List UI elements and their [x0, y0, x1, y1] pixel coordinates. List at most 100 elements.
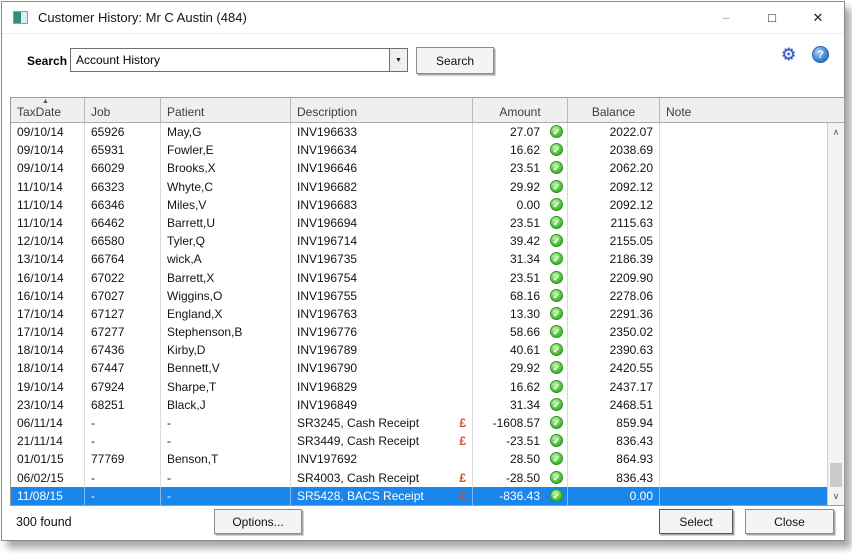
- table-row[interactable]: 11/10/14 66462 Barrett,U INV196694 23.51 ✓ 211…: [11, 213, 827, 233]
- cell-taxdate: 16/10/14: [11, 286, 85, 305]
- amount-value: -1608.57: [492, 416, 540, 430]
- description-text: SR3245, Cash Receipt: [297, 416, 420, 430]
- cell-note: [660, 450, 827, 468]
- cell-balance: 2420.55: [568, 359, 660, 378]
- description-text: INV196683: [297, 197, 358, 212]
- table-row[interactable]: 16/10/14 67022 Barrett,X INV196754 23.51 ✓ 220…: [11, 268, 827, 287]
- search-type-dropdown[interactable]: Account History ▼: [70, 48, 408, 72]
- table-row[interactable]: 11/08/15- - SR5428, BACS Receipt £ -836.43 ✓ 0…: [11, 486, 827, 505]
- table-row[interactable]: 17/10/14 67277 Stephenson,B INV196776 58.66 ✓…: [11, 323, 827, 342]
- result-count: 300 found: [16, 515, 72, 529]
- search-button[interactable]: Search: [416, 47, 494, 74]
- cell-taxdate: 01/01/15: [11, 450, 85, 469]
- chevron-down-icon[interactable]: ▼: [389, 49, 407, 71]
- table-row[interactable]: 11/10/14 66346 Miles,V INV196683 0.00 ✓ 2092.1…: [11, 195, 827, 214]
- cell-patient: -: [161, 414, 291, 433]
- table-row[interactable]: 17/10/14 67127 England,X INV196763 13.30 ✓ 229…: [11, 304, 827, 324]
- amount-value: -28.50: [505, 470, 540, 485]
- cell-patient: Benson,T: [161, 450, 291, 469]
- cell-description: INV196633: [291, 123, 473, 142]
- cell-amount: 13.30 ✓: [473, 304, 568, 324]
- table-row[interactable]: 12/10/14 66580 Tyler,Q INV196714 39.42 ✓ 2155.…: [11, 232, 827, 251]
- table-row[interactable]: 09/10/14 66029 Brooks,X INV196646 23.51 ✓ 2062…: [11, 159, 827, 178]
- table-row[interactable]: 19/10/14 67924 Sharpe,T INV196829 16.62 ✓ 2437…: [11, 377, 827, 396]
- column-header-job[interactable]: Job: [85, 98, 161, 122]
- cell-patient: Black,J: [161, 395, 291, 414]
- options-button[interactable]: Options...: [214, 509, 302, 534]
- cell-taxdate: 11/10/14: [11, 195, 85, 214]
- amount-value: 40.61: [509, 343, 540, 358]
- cell-amount: 0.00 ✓: [473, 195, 568, 214]
- check-icon: ✓: [550, 161, 563, 175]
- description-text: INV196763: [297, 306, 358, 321]
- check-icon: ✓: [550, 179, 563, 193]
- cell-balance: 2468.51: [568, 395, 660, 414]
- table-row[interactable]: 01/01/15 77769 Benson,T INV197692 28.50 ✓ 864.…: [11, 450, 827, 469]
- amount-value: 29.92: [509, 179, 540, 194]
- column-header-note[interactable]: Note: [660, 98, 844, 122]
- check-icon: ✓: [550, 361, 563, 375]
- table-row[interactable]: 18/10/14 67436 Kirby,D INV196789 40.61 ✓ 2390.…: [11, 341, 827, 360]
- scrollbar-thumb[interactable]: [830, 463, 842, 487]
- table-row[interactable]: 06/11/14- - SR3245, Cash Receipt £ -1608.57 ✓…: [11, 414, 827, 433]
- description-text: INV196682: [297, 179, 358, 194]
- cell-patient: Kirby,D: [161, 341, 291, 360]
- select-button[interactable]: Select: [659, 509, 733, 534]
- close-button[interactable]: Close: [745, 509, 834, 534]
- scroll-up-icon[interactable]: ∧: [828, 124, 844, 140]
- table-row[interactable]: 13/10/14 66764 wick,A INV196735 31.34 ✓ 2186.3…: [11, 250, 827, 269]
- cell-note: [660, 341, 827, 359]
- close-window-button[interactable]: ✕: [795, 2, 841, 33]
- search-type-value: Account History: [76, 53, 161, 67]
- scroll-down-icon[interactable]: ∨: [828, 488, 844, 504]
- amount-value: 58.66: [509, 325, 540, 340]
- cell-job: 67436: [85, 341, 161, 360]
- column-header-amount[interactable]: Amount: [473, 98, 568, 122]
- description-text: INV196755: [297, 288, 358, 303]
- amount-value: -836.43: [499, 488, 540, 503]
- minimize-button[interactable]: –: [703, 2, 749, 33]
- table-row[interactable]: 18/10/14 67447 Bennett,V INV196790 29.92 ✓ 242…: [11, 359, 827, 378]
- cell-note: [660, 432, 827, 450]
- cell-taxdate: 09/10/14: [11, 159, 85, 178]
- description-text: INV196634: [297, 143, 358, 158]
- cell-amount: -23.51 ✓: [473, 432, 568, 451]
- cell-amount: 23.51 ✓: [473, 159, 568, 178]
- table-row[interactable]: 21/11/14- - SR3449, Cash Receipt £ -23.51 ✓ 83…: [11, 432, 827, 451]
- cell-description: INV196789: [291, 341, 473, 360]
- cell-amount: 39.42 ✓: [473, 232, 568, 251]
- cell-description: INV196829: [291, 377, 473, 396]
- column-header-balance[interactable]: Balance: [568, 98, 660, 122]
- table-row[interactable]: 09/10/14 65926 May,G INV196633 27.07 ✓ 2022.07: [11, 123, 827, 142]
- vertical-scrollbar[interactable]: ∧ ∨: [827, 123, 844, 505]
- cell-description: INV197692: [291, 450, 473, 469]
- cell-job: 65931: [85, 141, 161, 160]
- table-body: 09/10/14 65926 May,G INV196633 27.07 ✓ 2022.07…: [11, 123, 827, 505]
- cell-taxdate: 18/10/14: [11, 341, 85, 360]
- maximize-button[interactable]: □: [749, 2, 795, 33]
- cell-balance: 2291.36: [568, 304, 660, 324]
- cell-balance: 2186.39: [568, 250, 660, 269]
- table-row[interactable]: 09/10/14 65931 Fowler,E INV196634 16.62 ✓ 2038…: [11, 141, 827, 160]
- help-icon[interactable]: ?: [812, 46, 829, 63]
- table-header: ▲ TaxDate Job Patient Description Amount…: [11, 98, 844, 123]
- cell-note: [660, 214, 827, 232]
- check-icon: ✓: [550, 215, 563, 229]
- table-row[interactable]: 16/10/14 67027 Wiggins,O INV196755 68.16 ✓ 227…: [11, 286, 827, 305]
- cell-job: 65926: [85, 123, 161, 142]
- sort-asc-icon: ▲: [42, 98, 49, 105]
- cell-note: [660, 305, 827, 323]
- cell-balance: 2092.12: [568, 177, 660, 196]
- check-icon: ✓: [550, 143, 563, 157]
- table-body-wrap: 09/10/14 65926 May,G INV196633 27.07 ✓ 2022.07…: [11, 123, 844, 505]
- table-row[interactable]: 11/10/14 66323 Whyte,C INV196682 29.92 ✓ 2092.…: [11, 177, 827, 196]
- gear-icon[interactable]: ⚙: [781, 45, 796, 65]
- check-icon: ✓: [550, 343, 563, 357]
- cell-note: [660, 123, 827, 141]
- cell-patient: Fowler,E: [161, 141, 291, 160]
- table-row[interactable]: 06/02/15- - SR4003, Cash Receipt £ -28.50 ✓ 83…: [11, 468, 827, 487]
- column-header-patient[interactable]: Patient: [161, 98, 291, 122]
- column-header-description[interactable]: Description: [291, 98, 473, 122]
- check-icon: ✓: [550, 252, 563, 266]
- table-row[interactable]: 23/10/14 68251 Black,J INV196849 31.34 ✓ 2468.…: [11, 395, 827, 414]
